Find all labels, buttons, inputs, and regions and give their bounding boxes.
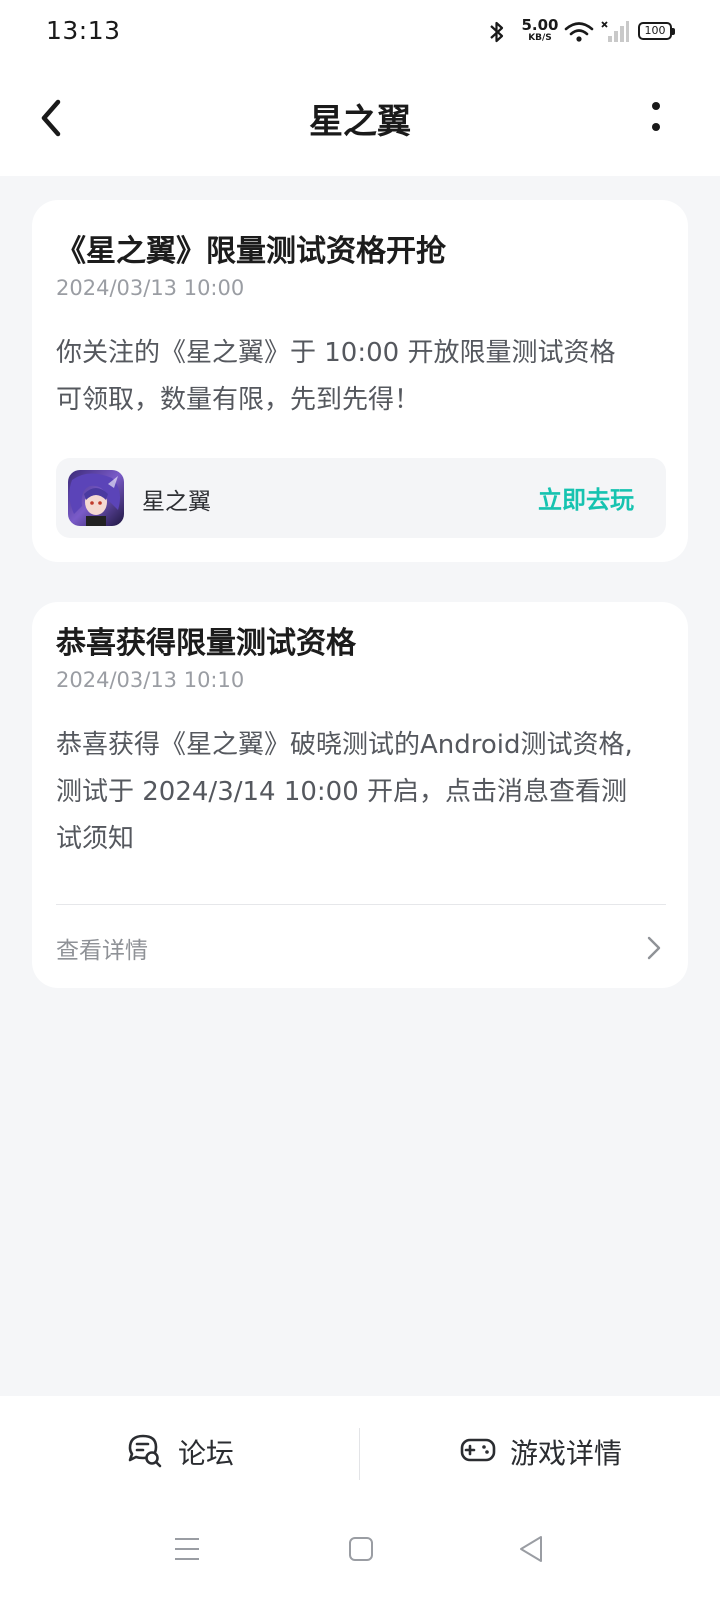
network-speed-unit: KB/S (528, 33, 552, 43)
gamepad-icon (460, 1438, 496, 1462)
wifi-icon (564, 22, 594, 42)
message-body-line: 试须知 (56, 824, 135, 854)
more-icon[interactable] (646, 100, 666, 136)
network-speed: 5.00 KB/S (520, 18, 560, 43)
message-card[interactable]: 《星之翼》限量测试资格开抢 2024/03/13 10:00 你关注的《星之翼》… (32, 200, 688, 562)
game-row[interactable]: 星之翼 立即去玩 (56, 458, 666, 538)
forum-icon (128, 1434, 162, 1468)
message-title: 恭喜获得限量测试资格 (56, 626, 356, 661)
message-time: 2024/03/13 10:00 (56, 276, 245, 300)
game-name: 星之翼 (142, 489, 211, 515)
message-body-line: 可领取，数量有限，先到先得！ (56, 385, 421, 415)
network-speed-value: 5.00 (521, 16, 559, 34)
top-area: 13:13 5.00 KB/S 100 星之翼 (0, 0, 720, 176)
page-title: 星之翼 (309, 102, 411, 142)
view-details-label: 查看详情 (56, 938, 148, 964)
chevron-right-icon (647, 936, 661, 960)
forum-label: 论坛 (178, 1437, 235, 1470)
game-details-button[interactable]: 游戏详情 (360, 1396, 720, 1506)
forum-button[interactable]: 论坛 (0, 1396, 360, 1506)
message-time: 2024/03/13 10:10 (56, 668, 245, 692)
status-bar: 13:13 5.00 KB/S 100 (0, 0, 720, 64)
game-app-icon[interactable] (68, 470, 124, 526)
message-body-line: 测试于 2024/3/14 10:00 开启，点击消息查看测 (56, 777, 628, 807)
home-icon[interactable] (348, 1536, 374, 1562)
signal-icon (601, 21, 629, 42)
bottom-action-bar: 论坛 游戏详情 (0, 1396, 720, 1506)
menu-icon[interactable] (174, 1536, 200, 1562)
message-title: 《星之翼》限量测试资格开抢 (56, 234, 446, 269)
message-body-line: 恭喜获得《星之翼》破晓测试的Android测试资格, (56, 730, 633, 760)
view-details-link[interactable]: 查看详情 (32, 905, 688, 988)
system-nav-bar (0, 1506, 720, 1600)
message-body: 你关注的《星之翼》于 10:00 开放限量测试资格 可领取，数量有限，先到先得！ (56, 330, 666, 424)
bluetooth-icon (490, 21, 504, 43)
play-now-button[interactable]: 立即去玩 (538, 480, 634, 515)
status-time: 13:13 (46, 16, 121, 45)
battery-icon: 100 (638, 22, 675, 40)
message-body-line: 你关注的《星之翼》于 10:00 开放限量测试资格 (56, 338, 616, 368)
game-details-label: 游戏详情 (510, 1437, 623, 1470)
message-card[interactable]: 恭喜获得限量测试资格 2024/03/13 10:10 恭喜获得《星之翼》破晓测… (32, 602, 688, 988)
back-triangle-icon[interactable] (518, 1534, 544, 1564)
message-body: 恭喜获得《星之翼》破晓测试的Android测试资格, 测试于 2024/3/14… (56, 722, 666, 863)
